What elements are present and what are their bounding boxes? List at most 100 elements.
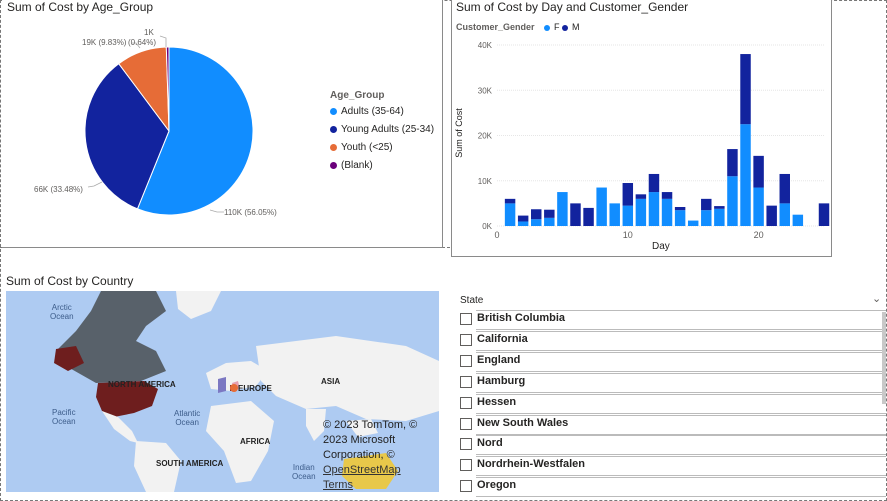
checkbox[interactable]	[460, 396, 472, 409]
bar-y-tick: 0K	[482, 222, 492, 231]
slicer-header: State	[460, 295, 484, 306]
bar-male[interactable]	[701, 198, 712, 211]
bar-female[interactable]	[714, 208, 725, 226]
bar-male[interactable]	[740, 54, 751, 125]
legend-adults[interactable]: Adults (35-64)	[330, 106, 404, 117]
bar-x-tick: 0	[494, 230, 499, 240]
slicer-item[interactable]: New South Wales	[460, 414, 886, 435]
bar-female[interactable]	[727, 176, 738, 226]
bar-x-tick: 10	[623, 230, 633, 240]
bar-male[interactable]	[531, 209, 542, 220]
bar-female[interactable]	[740, 124, 751, 226]
slicer-item-label: Nordrhein-Westfalen	[477, 458, 585, 471]
legend-youth[interactable]: Youth (<25)	[330, 142, 393, 153]
bar-female[interactable]	[779, 203, 790, 226]
bar-female[interactable]	[687, 220, 699, 226]
bar-female[interactable]	[596, 187, 607, 226]
label-blank-pct: (0.64%)	[128, 38, 157, 47]
legend-dot-icon	[330, 107, 337, 115]
openstreetmap-link[interactable]: OpenStreetMap	[323, 463, 417, 478]
bar-male[interactable]	[818, 203, 830, 226]
checkbox[interactable]	[460, 480, 472, 493]
bar-male[interactable]	[674, 206, 686, 211]
map-label-north-america: NORTH AMERICA	[108, 380, 176, 389]
checkbox[interactable]	[460, 375, 472, 388]
slicer-item[interactable]: Hessen	[460, 393, 886, 414]
bar-chart: 0K 10K 20K 30K 40K 0 10 20	[478, 41, 830, 240]
bar-visual[interactable]: Sum of Cost by Day and Customer_Gender C…	[451, 0, 832, 257]
checkbox[interactable]	[460, 417, 472, 430]
checkbox[interactable]	[460, 438, 472, 451]
checkbox[interactable]	[460, 459, 472, 472]
map-label-indian: Indian Ocean	[292, 463, 316, 481]
bar-male[interactable]	[504, 198, 516, 204]
bar-male[interactable]	[727, 149, 738, 177]
bar-female[interactable]	[504, 203, 516, 226]
bar-y-tick: 20K	[478, 132, 493, 141]
bar-female[interactable]	[544, 217, 555, 226]
label-young: 66K (33.48%)	[34, 185, 83, 194]
bar-female[interactable]	[661, 198, 673, 226]
label-adults: 110K (56.05%)	[224, 208, 277, 217]
bar-female[interactable]	[517, 221, 529, 226]
map-label-south-america: SOUTH AMERICA	[156, 459, 224, 468]
slicer-item-border	[476, 351, 886, 372]
terms-link[interactable]: Terms	[323, 478, 417, 492]
bar-female[interactable]	[609, 203, 620, 226]
bar-female[interactable]	[635, 198, 647, 226]
bar-male[interactable]	[779, 173, 790, 204]
map-label-pacific: Pacific Ocean	[52, 408, 76, 426]
slicer-item-border	[476, 372, 886, 393]
map-label-asia: ASIA	[321, 377, 341, 386]
checkbox[interactable]	[460, 333, 472, 346]
slicer-item-border	[476, 435, 886, 456]
bar-male[interactable]	[544, 209, 555, 218]
bar-female[interactable]	[701, 210, 712, 226]
map-visual[interactable]: Arctic Ocean Pacific Ocean Atlantic Ocea…	[6, 291, 439, 492]
bar-female[interactable]	[531, 219, 542, 226]
bar-y-tick: 40K	[478, 41, 493, 50]
slicer-item-label: Oregon	[477, 479, 517, 492]
bar-male[interactable]	[766, 205, 777, 226]
bar-male[interactable]	[517, 215, 529, 222]
checkbox[interactable]	[460, 313, 472, 325]
bar-male[interactable]	[622, 183, 634, 206]
bar-male[interactable]	[635, 194, 647, 199]
bar-female[interactable]	[622, 205, 634, 226]
slicer-item-label: Hamburg	[477, 374, 526, 387]
bar-male[interactable]	[648, 173, 660, 193]
slicer-item[interactable]: England	[460, 351, 886, 372]
legend-blank[interactable]: (Blank)	[330, 160, 373, 171]
bar-male[interactable]	[714, 206, 725, 209]
slicer-item[interactable]: Nord	[460, 434, 886, 456]
legend-dot-icon	[330, 161, 337, 169]
leader-young	[87, 181, 103, 188]
bar-female[interactable]	[648, 192, 660, 226]
bar-female[interactable]	[557, 192, 568, 226]
legend-young[interactable]: Young Adults (25-34)	[330, 124, 434, 135]
bar-female[interactable]	[674, 210, 686, 226]
pie-legend-title: Age_Group	[330, 90, 385, 101]
pie-visual[interactable]: Sum of Cost by Age_Group 110K (56.05%) 6…	[2, 0, 443, 248]
map-label-europe: EUROPE	[238, 384, 272, 393]
map-label-arctic: Arctic Ocean	[50, 303, 74, 321]
bar-female[interactable]	[792, 214, 804, 226]
slicer-item[interactable]: British Columbia	[460, 309, 886, 330]
map-attribution: © 2023 TomTom, © 2023 Microsoft Corporat…	[323, 419, 418, 492]
slicer-item-label: British Columbia	[477, 312, 566, 324]
checkbox[interactable]	[460, 354, 472, 367]
slicer-item[interactable]: Nordrhein-Westfalen	[460, 455, 886, 477]
slicer-item[interactable]: Oregon	[460, 476, 886, 498]
bar-female[interactable]	[753, 187, 764, 226]
slicer-scrollbar[interactable]	[882, 312, 886, 404]
bar-male[interactable]	[753, 155, 764, 188]
bar-x-tick: 20	[754, 230, 764, 240]
slicer-item[interactable]: California	[460, 330, 886, 351]
bar-male[interactable]	[583, 207, 594, 226]
slicer-item[interactable]: Hamburg	[460, 372, 886, 393]
label-youth: 19K (9.83%)	[82, 38, 127, 47]
bar-male[interactable]	[570, 203, 581, 226]
bar-male[interactable]	[661, 192, 673, 199]
leader-adults	[209, 209, 224, 213]
chevron-down-icon[interactable]: ⌄	[872, 292, 881, 305]
